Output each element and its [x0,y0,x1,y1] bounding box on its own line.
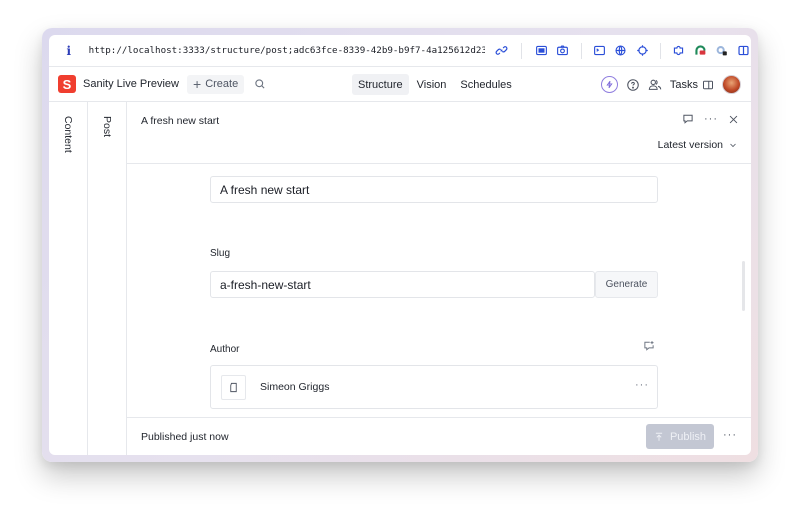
users-icon[interactable] [648,78,662,92]
slug-input[interactable]: a-fresh-new-start [210,271,595,298]
tab-schedules[interactable]: Schedules [454,74,517,95]
version-selector[interactable]: Latest version [658,139,737,151]
info-icon[interactable]: i [61,44,77,58]
publish-status: Published just now [141,431,229,443]
post-pane-collapsed[interactable]: Post [88,102,127,455]
add-comment-icon[interactable] [643,340,655,352]
version-label: Latest version [657,139,723,151]
create-label: Create [205,78,239,90]
scrollbar[interactable] [742,261,745,311]
author-name: Simeon Griggs [260,381,330,393]
document-icon [221,374,246,400]
browser-window: i http://localhost:3333/structure/post;a… [49,35,751,455]
plus-icon: + [193,76,202,92]
author-reference[interactable]: Simeon Griggs ··· [210,365,658,409]
app-title[interactable]: Sanity Live Preview [83,78,179,90]
split-view-icon[interactable] [735,43,751,59]
globe-icon[interactable] [613,43,629,59]
post-pane-label: Post [101,116,113,138]
search-icon[interactable] [254,78,266,90]
document-footer: Published just now Publish ··· [127,417,751,455]
tab-structure[interactable]: Structure [352,74,409,95]
tab-vision[interactable]: Vision [411,74,453,95]
comment-icon[interactable] [682,113,694,125]
panel-icon [703,80,713,89]
content-pane-collapsed[interactable]: Content [49,102,88,455]
generate-button[interactable]: Generate [595,271,658,298]
publish-button[interactable]: Publish [646,424,714,449]
navbar-right: Tasks [600,67,741,102]
publish-label: Publish [669,430,707,443]
terminal-icon[interactable] [591,43,607,59]
bolt-icon[interactable] [600,76,618,93]
url-bar: i http://localhost:3333/structure/post;a… [49,35,751,67]
tasks-label: Tasks [669,78,698,91]
screen-capture-icon[interactable] [533,43,549,59]
slug-label: Slug [210,248,231,259]
more-options-icon[interactable]: ··· [704,113,718,125]
help-icon[interactable] [626,78,640,92]
document-pane: A fresh new start ··· Latest version A f… [127,102,751,455]
tasks-button[interactable]: Tasks [670,79,714,91]
publish-icon [655,432,663,441]
extension-lock-icon[interactable] [714,43,730,59]
toolbar-divider [659,42,661,59]
studio-navbar: S Sanity Live Preview + Create Structure… [49,67,751,102]
content-pane-label: Content [62,116,74,153]
create-button[interactable]: + Create [187,74,245,94]
document-form: A fresh new start Slug a-fresh-new-start… [127,164,751,417]
footer-more-icon[interactable]: ··· [723,429,737,441]
document-header: A fresh new start ··· Latest version [127,102,751,164]
user-avatar[interactable] [722,75,741,94]
author-label: Author [210,344,240,355]
close-icon[interactable] [728,114,739,125]
target-icon[interactable] [634,43,650,59]
reference-menu-icon[interactable]: ··· [635,379,649,391]
link-icon[interactable] [493,43,509,59]
sanity-logo[interactable]: S [58,75,76,93]
puzzle-icon[interactable] [671,43,687,59]
camera-icon[interactable] [555,43,571,59]
nav-tabs: Structure Vision Schedules [352,74,518,95]
document-title: A fresh new start [141,115,220,127]
title-input[interactable]: A fresh new start [210,176,658,203]
toolbar-divider [520,42,522,59]
toolbar-divider [580,42,582,59]
chevron-down-icon [730,143,736,148]
header-actions: ··· [682,113,739,125]
extension-red-icon[interactable] [692,43,708,59]
url-text[interactable]: http://localhost:3333/structure/post;adc… [89,45,486,56]
